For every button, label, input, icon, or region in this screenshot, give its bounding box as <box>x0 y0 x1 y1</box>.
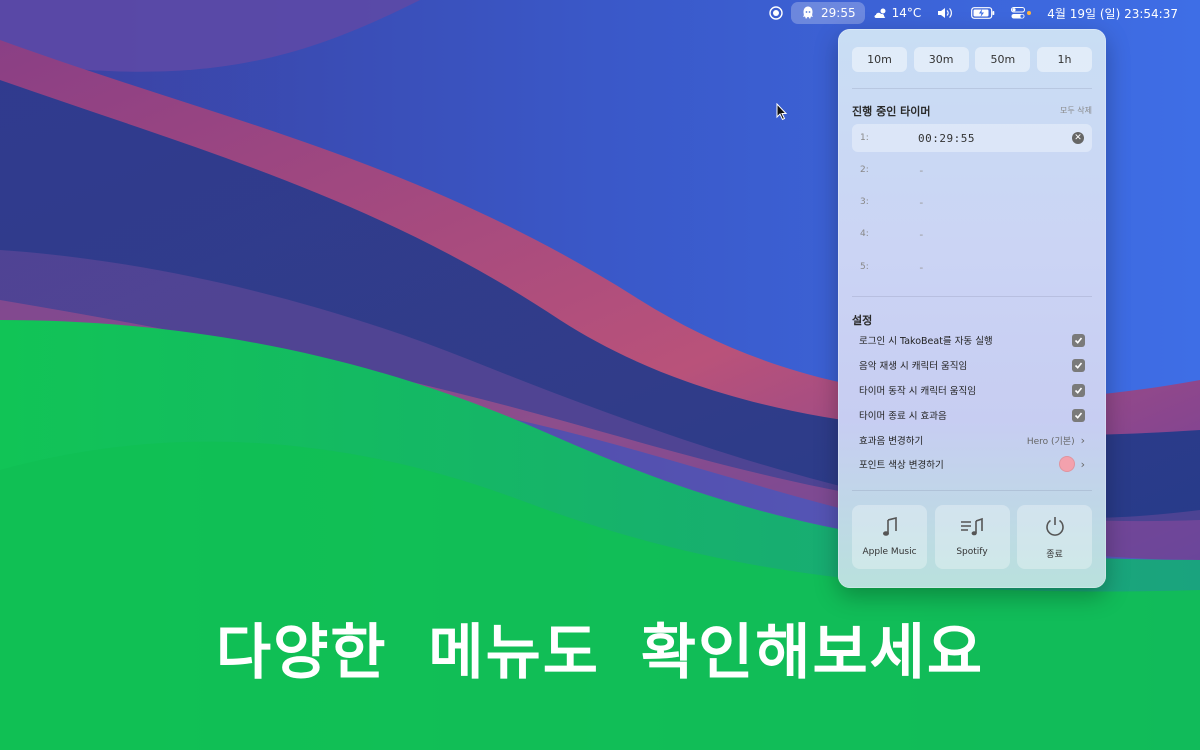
chevron-right-icon: › <box>1080 433 1085 447</box>
takobeat-popover: 10m 30m 50m 1h 진행 중인 타이머 모두 삭제 1: 00:29:… <box>838 29 1106 588</box>
record-icon <box>769 6 783 20</box>
menubar-timer-text: 29:55 <box>821 6 856 20</box>
apple-music-label: Apple Music <box>862 547 917 557</box>
control-center-item[interactable] <box>1003 2 1039 24</box>
setting-label: 타이머 종료 시 효과음 <box>859 411 947 422</box>
preset-button-30m[interactable]: 30m <box>913 47 969 72</box>
mic-in-use-indicator <box>1027 11 1032 15</box>
change-color-row[interactable]: 포인트 색상 변경하기 › <box>859 454 1085 474</box>
sound-value: Hero (기본) <box>1026 436 1075 447</box>
timer-row: 5: - <box>852 253 1092 281</box>
chevron-right-icon: › <box>1080 457 1085 471</box>
quit-label: 종료 <box>1046 549 1063 560</box>
takobeat-menu-item[interactable]: 29:55 <box>791 2 865 24</box>
spotify-label: Spotify <box>956 547 988 557</box>
timer-index: 5: <box>860 262 869 272</box>
timer-value: - <box>918 163 926 177</box>
timer-row: 1: 00:29:55 ✕ <box>852 124 1092 152</box>
timer-index: 4: <box>860 229 869 239</box>
setting-launch-at-login[interactable]: 로그인 시 TakoBeat를 자동 실행 <box>859 330 1085 350</box>
control-center-icon <box>1011 7 1026 19</box>
setting-music-character[interactable]: 음악 재생 시 캐릭터 움직임 <box>859 355 1085 375</box>
battery-charging-icon <box>971 7 995 19</box>
running-timers-title: 진행 중인 타이머 <box>852 105 931 118</box>
end-sound-checkbox[interactable] <box>1072 408 1085 422</box>
clock-item[interactable]: 4월 19일 (일) 23:54:37 <box>1039 2 1186 24</box>
setting-label: 음악 재생 시 캐릭터 움직임 <box>859 361 968 372</box>
timer-value: - <box>918 195 926 209</box>
setting-label: 효과음 변경하기 <box>859 436 924 447</box>
music-list-icon <box>960 517 984 541</box>
timer-row: 3: - <box>852 188 1092 216</box>
speaker-icon <box>937 7 955 19</box>
remove-timer-icon[interactable]: ✕ <box>1072 132 1084 144</box>
timer-value: - <box>918 260 926 274</box>
battery-item[interactable] <box>963 2 1003 24</box>
music-note-icon <box>881 516 899 541</box>
setting-label: 포인트 색상 변경하기 <box>859 460 944 471</box>
timer-row: 2: - <box>852 156 1092 184</box>
timer-row: 4: - <box>852 220 1092 248</box>
divider <box>852 296 1092 297</box>
setting-end-sound[interactable]: 타이머 종료 시 효과음 <box>859 405 1085 425</box>
spotify-button[interactable]: Spotify <box>934 505 1010 569</box>
setting-label: 타이머 동작 시 캐릭터 움직임 <box>859 386 976 397</box>
promo-caption: 다양한 메뉴도 확인해보세요 <box>215 618 985 688</box>
quit-button[interactable]: 종료 <box>1017 505 1092 569</box>
mouse-cursor-icon <box>776 103 788 121</box>
divider <box>852 490 1092 491</box>
point-color-swatch[interactable] <box>1058 456 1075 472</box>
preset-buttons: 10m 30m 50m 1h <box>852 47 1092 72</box>
music-character-checkbox[interactable] <box>1072 358 1085 372</box>
timer-index: 3: <box>860 197 869 207</box>
clear-all-button[interactable]: 모두 삭제 <box>1060 105 1092 116</box>
setting-label: 로그인 시 TakoBeat를 자동 실행 <box>859 336 993 347</box>
apple-music-button[interactable]: Apple Music <box>852 505 927 569</box>
menubar-datetime: 4월 19일 (일) 23:54:37 <box>1047 6 1178 21</box>
change-sound-row[interactable]: 효과음 변경하기 Hero (기본) › <box>859 430 1085 450</box>
divider <box>852 88 1092 89</box>
cloud-sun-icon <box>873 7 889 19</box>
menu-bar: 29:55 14°C 4월 19일 (일) 23:54:37 <box>0 0 1200 26</box>
weather-temp: 14°C <box>891 6 922 20</box>
preset-button-50m[interactable]: 50m <box>975 47 1031 72</box>
timer-index: 1: <box>860 133 869 143</box>
timer-character-checkbox[interactable] <box>1072 383 1085 397</box>
timer-value: 00:29:55 <box>918 131 975 145</box>
power-icon <box>1044 515 1066 541</box>
timer-index: 2: <box>860 165 869 175</box>
setting-timer-character[interactable]: 타이머 동작 시 캐릭터 움직임 <box>859 380 1085 400</box>
timer-value: - <box>918 227 926 241</box>
volume-item[interactable] <box>929 2 963 24</box>
preset-button-1h[interactable]: 1h <box>1036 47 1092 72</box>
launch-at-login-checkbox[interactable] <box>1072 333 1085 347</box>
bottom-buttons: Apple Music Spotify 종료 <box>852 505 1092 569</box>
octopus-icon <box>800 5 816 21</box>
settings-title: 설정 <box>852 314 873 327</box>
weather-item[interactable]: 14°C <box>865 2 930 24</box>
record-status-item[interactable] <box>761 2 791 24</box>
preset-button-10m[interactable]: 10m <box>852 47 907 72</box>
